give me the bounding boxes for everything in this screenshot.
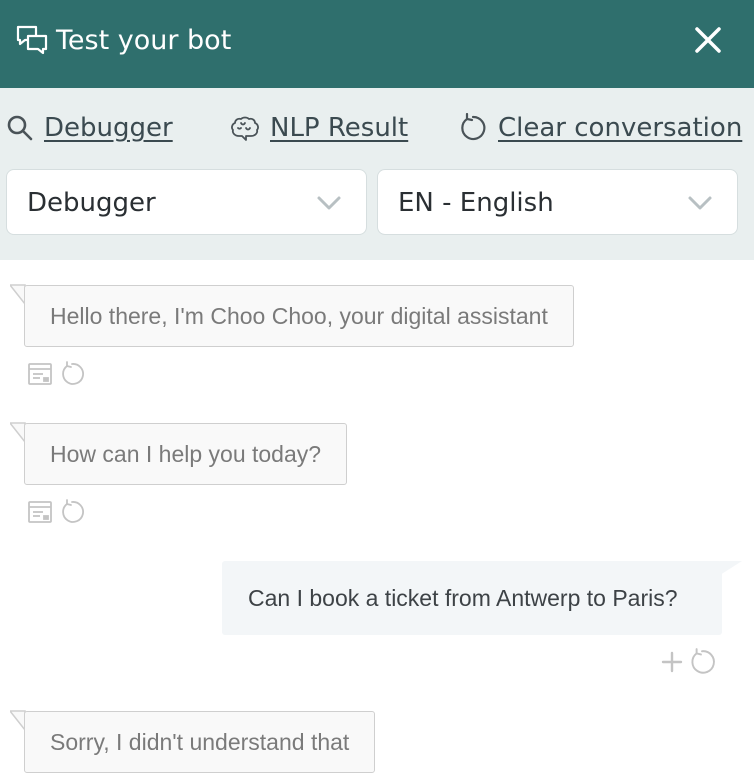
chevron-down-icon [317, 196, 341, 210]
mode-select-value: Debugger [27, 188, 156, 218]
nlp-result-link[interactable]: NLP Result [230, 110, 408, 146]
language-select[interactable]: EN - English [377, 169, 738, 235]
search-icon [7, 115, 33, 141]
message-text: How can I help you today? [50, 441, 322, 467]
plus-icon[interactable] [660, 650, 684, 674]
message-actions [27, 499, 85, 525]
clear-conversation-link[interactable]: Clear conversation [458, 110, 742, 146]
clear-conversation-link-label: Clear conversation [498, 113, 743, 143]
payload-icon[interactable] [27, 499, 53, 525]
language-select-value: EN - English [398, 188, 554, 218]
message-text: Sorry, I didn't understand that [50, 729, 350, 755]
debugger-link[interactable]: Debugger [6, 110, 173, 146]
brain-icon [231, 116, 259, 141]
chevron-down-icon [688, 196, 712, 210]
mode-select[interactable]: Debugger [6, 169, 367, 235]
chat-header: Test your bot [0, 0, 754, 88]
bot-message: Hello there, I'm Choo Choo, your digital… [24, 285, 574, 347]
refresh-icon [461, 113, 486, 141]
refresh-icon[interactable] [59, 361, 85, 387]
bot-message: How can I help you today? [24, 423, 348, 485]
bot-message: Sorry, I didn't understand that [24, 711, 376, 773]
message-text: Hello there, I'm Choo Choo, your digital… [50, 303, 548, 329]
page-title: Test your bot [56, 25, 232, 56]
close-icon[interactable] [690, 22, 726, 58]
user-message: Can I book a ticket from Antwerp to Pari… [222, 561, 722, 635]
nlp-result-link-label: NLP Result [270, 113, 409, 143]
refresh-icon[interactable] [688, 648, 716, 676]
message-actions [660, 648, 716, 676]
debugger-link-label: Debugger [44, 113, 173, 143]
chat-bubbles-icon [16, 25, 48, 55]
payload-icon[interactable] [27, 361, 53, 387]
refresh-icon[interactable] [59, 499, 85, 525]
message-actions [27, 361, 85, 387]
message-text: Can I book a ticket from Antwerp to Pari… [248, 585, 678, 611]
bubble-tail [720, 561, 742, 575]
